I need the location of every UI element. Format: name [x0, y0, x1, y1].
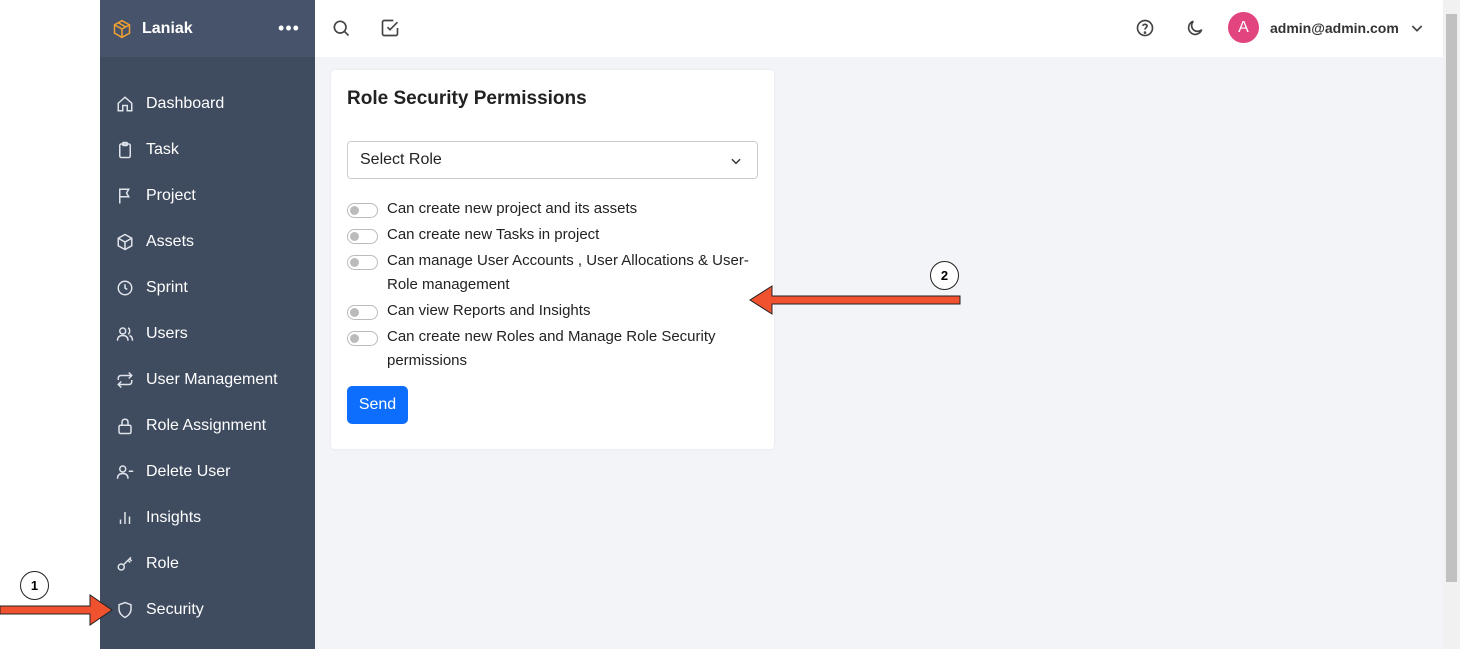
permission-toggle[interactable] — [347, 229, 378, 244]
permission-row: Can manage User Accounts , User Allocati… — [347, 252, 757, 297]
send-button[interactable]: Send — [347, 386, 408, 424]
box-icon — [117, 233, 133, 251]
brand-name: Laniak — [142, 19, 193, 37]
moon-icon[interactable] — [1185, 18, 1205, 38]
permission-label: Can create new project and its assets — [387, 200, 638, 217]
permissions-card: Role Security Permissions Select Role Ca… — [331, 70, 774, 449]
flag-icon — [119, 188, 131, 204]
sidebar-item-user-management[interactable]: User Management — [100, 357, 315, 403]
help-circle-icon[interactable] — [1135, 18, 1155, 38]
sidebar-item-project[interactable]: Project — [100, 173, 315, 219]
home-icon — [117, 96, 133, 112]
sidebar-item-dashboard[interactable]: Dashboard — [100, 81, 315, 127]
chevron-down-icon[interactable] — [1409, 20, 1425, 36]
topbar: A admin@admin.com — [315, 0, 1443, 57]
sidebar-item-label: Sprint — [146, 279, 188, 296]
clipboard-icon — [119, 141, 131, 159]
clock-icon — [117, 280, 133, 296]
user-minus-icon — [116, 465, 134, 479]
sidebar-item-label: Role — [146, 555, 179, 572]
sidebar-item-label: Dashboard — [146, 95, 225, 112]
annotation-arrow-1 — [0, 594, 113, 626]
permission-toggle[interactable] — [347, 305, 378, 320]
role-select-value: Select Role — [360, 151, 442, 168]
sidebar-item-label: Task — [146, 141, 179, 158]
sidebar-item-users[interactable]: Users — [100, 311, 315, 357]
permission-toggle[interactable] — [347, 331, 378, 346]
sidebar-item-role-assignment[interactable]: Role Assignment — [100, 403, 315, 449]
sidebar-item-label: Delete User — [146, 463, 231, 480]
permission-toggle[interactable] — [347, 255, 378, 270]
permission-label: Can create new Tasks in project — [387, 226, 600, 243]
more-horizontal-icon[interactable]: ••• — [275, 18, 303, 39]
sidebar-item-label: Security — [146, 601, 204, 618]
permission-toggle[interactable] — [347, 203, 378, 218]
permission-row: Can create new project and its assets — [347, 200, 757, 221]
sidebar-item-role[interactable]: Role — [100, 541, 315, 587]
avatar[interactable]: A — [1228, 12, 1259, 43]
bar-chart-icon — [119, 512, 131, 524]
sidebar-item-security[interactable]: Security — [100, 587, 315, 633]
user-email[interactable]: admin@admin.com — [1270, 20, 1399, 36]
sidebar-item-insights[interactable]: Insights — [100, 495, 315, 541]
sidebar-item-label: Insights — [146, 509, 202, 526]
key-icon — [117, 556, 133, 571]
main-content: Role Security Permissions Select Role Ca… — [315, 57, 1443, 649]
check-square-icon[interactable] — [380, 18, 400, 38]
sidebar-header: Laniak ••• — [100, 0, 315, 57]
permission-label: Can create new Roles and Manage Role Sec… — [387, 328, 716, 369]
search-icon[interactable] — [331, 18, 351, 38]
chevron-down-icon — [731, 158, 741, 165]
annotation-arrow-2 — [749, 285, 961, 315]
sidebar-item-label: User Management — [146, 371, 278, 388]
sidebar-item-delete-user[interactable]: Delete User — [100, 449, 315, 495]
sidebar-item-label: Role Assignment — [146, 417, 267, 434]
sidebar: Laniak ••• Dashboard Task Project Assets… — [100, 0, 315, 649]
sidebar-item-label: Project — [146, 187, 196, 204]
role-select[interactable]: Select Role — [347, 141, 758, 179]
sidebar-item-label: Users — [146, 325, 188, 342]
scrollbar-thumb[interactable] — [1446, 14, 1457, 582]
page-title: Role Security Permissions — [347, 88, 587, 109]
sidebar-item-assets[interactable]: Assets — [100, 219, 315, 265]
logo-cube-icon — [113, 19, 131, 38]
permission-label: Can view Reports and Insights — [387, 302, 591, 319]
sidebar-item-sprint[interactable]: Sprint — [100, 265, 315, 311]
shield-icon — [118, 601, 132, 619]
sidebar-item-task[interactable]: Task — [100, 127, 315, 173]
scrollbar[interactable] — [1443, 0, 1460, 649]
lock-icon — [118, 418, 132, 435]
sidebar-item-label: Assets — [146, 233, 195, 250]
sidebar-nav: Dashboard Task Project Assets Sprint Use… — [100, 81, 315, 633]
permission-label: Can manage User Accounts , User Allocati… — [387, 252, 749, 293]
permission-row: Can create new Tasks in project — [347, 226, 757, 247]
repeat-icon — [117, 371, 133, 389]
users-icon — [116, 327, 134, 341]
permission-row: Can view Reports and Insights — [347, 302, 757, 323]
permission-row: Can create new Roles and Manage Role Sec… — [347, 328, 757, 373]
